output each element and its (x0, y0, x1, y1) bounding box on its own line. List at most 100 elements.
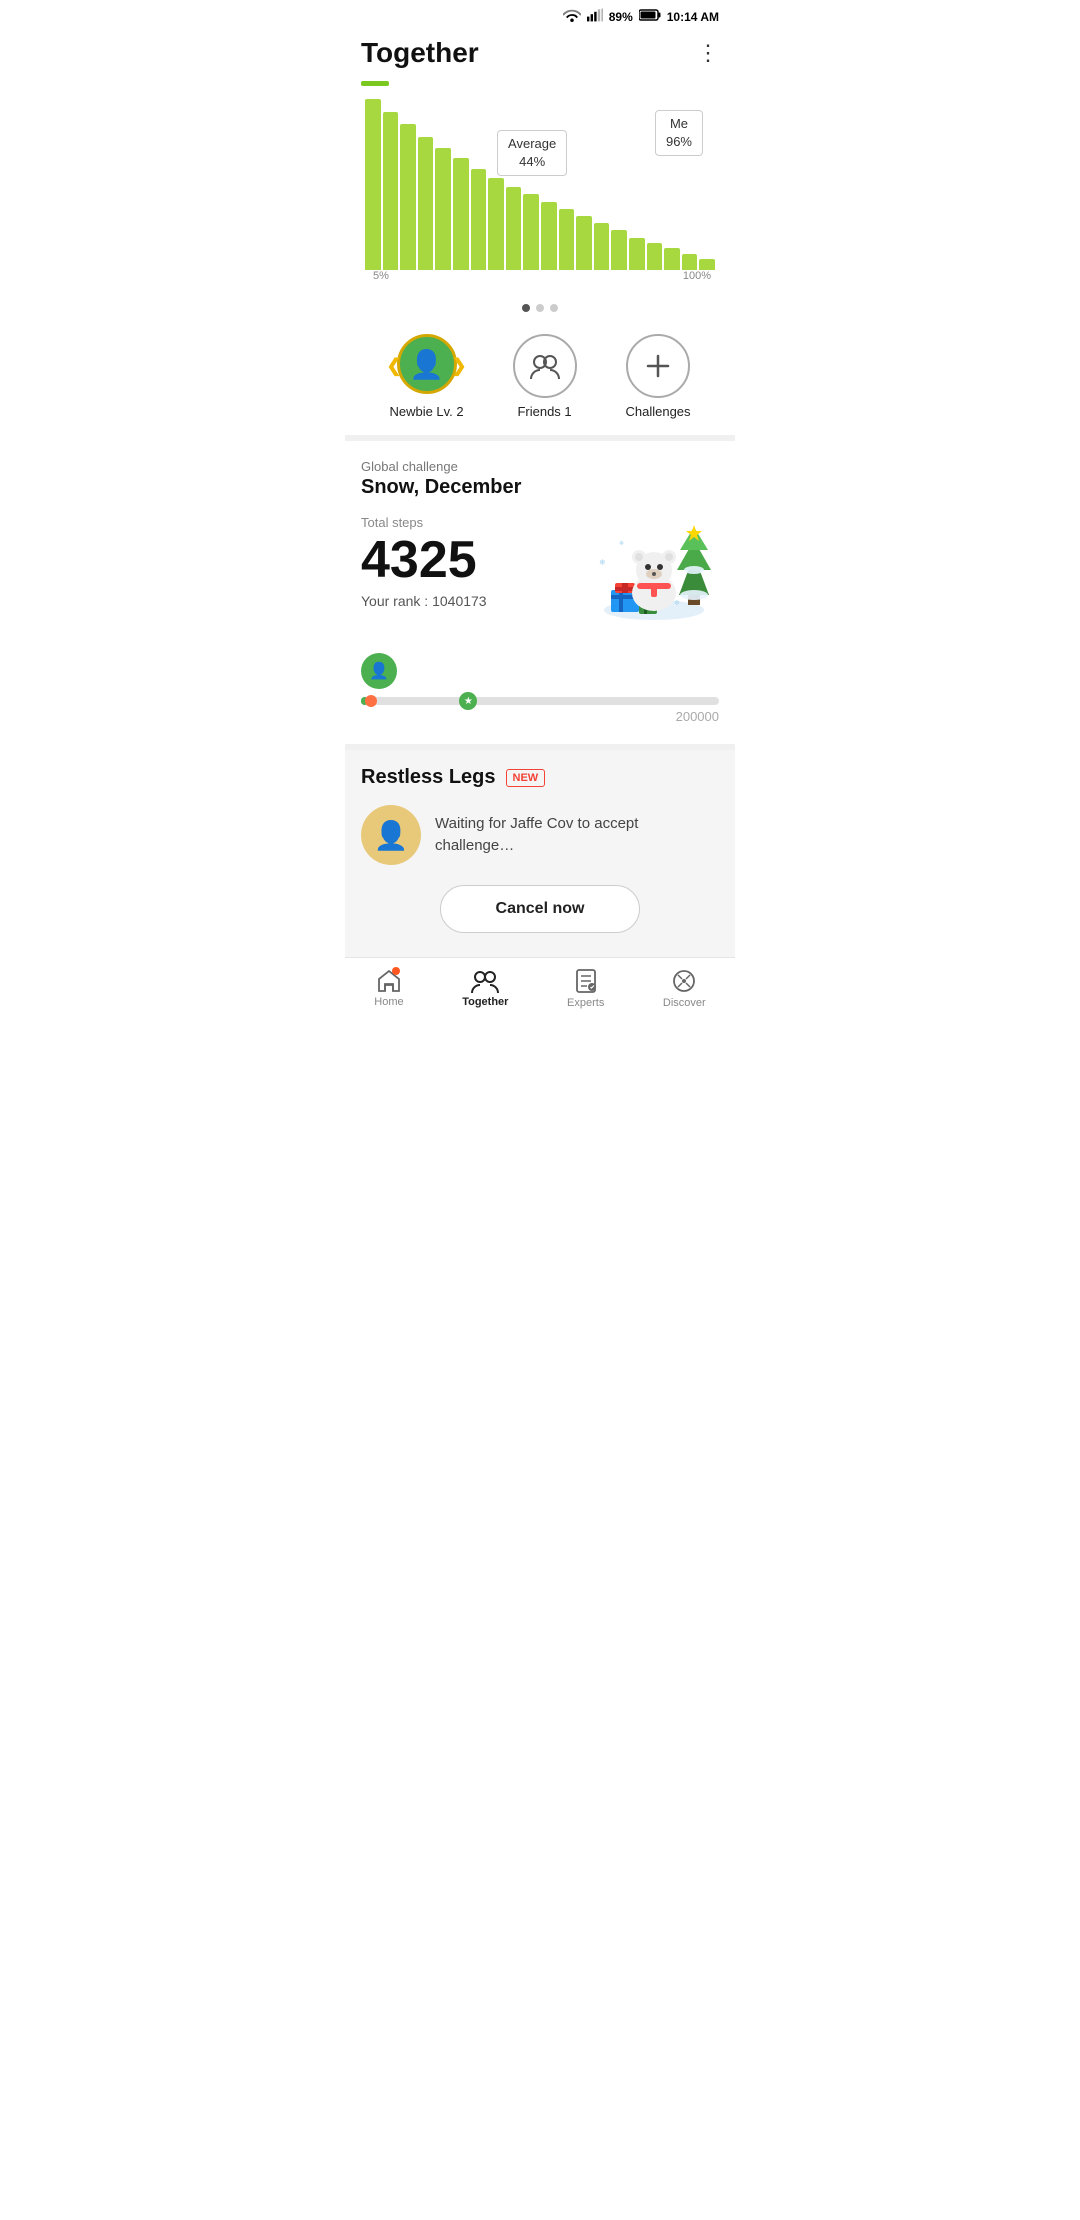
progress-section: 👤 ★ 200000 (345, 641, 735, 750)
bear-illustration: ❄ ❄ ❄ (589, 515, 719, 625)
experts-icon (573, 968, 599, 994)
page-title: Together (361, 37, 479, 69)
chevron-left-icon: ❮ (387, 356, 402, 377)
new-badge: NEW (506, 769, 546, 787)
svg-text:❄: ❄ (619, 540, 624, 547)
bar-chart: Average 44% Me 96% 5% 100% (361, 90, 719, 290)
friends-icon-circle (513, 334, 577, 398)
average-value: 44% (508, 153, 556, 171)
nav-experts-label: Experts (567, 997, 604, 1009)
bar-19 (682, 254, 698, 270)
bar-14 (594, 223, 610, 270)
wifi-icon (563, 8, 581, 25)
time-display: 10:14 AM (667, 10, 719, 24)
progress-start-dot (365, 695, 377, 707)
user-avatar-icon: 👤 (409, 348, 444, 381)
average-label: Average (508, 135, 556, 153)
svg-text:❄: ❄ (674, 599, 680, 607)
bar-6 (453, 158, 469, 270)
challenge-title: Snow, December (361, 476, 719, 499)
status-bar: 89% 10:14 AM (345, 0, 735, 29)
nav-item-experts[interactable]: Experts (567, 968, 604, 1009)
bar-16 (629, 238, 645, 270)
user-profile-item[interactable]: ❮ 👤 ❯ Newbie Lv. 2 (389, 334, 463, 419)
bar-2 (383, 112, 399, 270)
invite-avatar-icon: 👤 (374, 819, 409, 852)
bar-9 (506, 187, 522, 270)
pagination-dots (345, 298, 735, 326)
challenges-item[interactable]: Challenges (625, 334, 690, 419)
user-avatar: 👤 (397, 334, 457, 394)
bar-10 (523, 194, 539, 270)
profile-section: ❮ 👤 ❯ Newbie Lv. 2 Friends 1 Cha (345, 326, 735, 441)
challenge-invite: 👤 Waiting for Jaffe Cov to accept challe… (361, 805, 719, 865)
friends-label: Friends 1 (517, 404, 571, 419)
bar-12 (559, 209, 575, 270)
challenge-stats: Total steps 4325 Your rank : 1040173 (361, 515, 589, 609)
chart-right-label: 100% (683, 270, 711, 282)
me-label: Me (666, 115, 692, 133)
nav-item-together[interactable]: Together (462, 969, 508, 1008)
average-tooltip: Average 44% (497, 130, 567, 176)
progress-avatar: 👤 (361, 653, 397, 689)
friends-item[interactable]: Friends 1 (513, 334, 577, 419)
battery-icon (639, 9, 661, 24)
challenge-body: Total steps 4325 Your rank : 1040173 (361, 515, 719, 625)
bar-13 (576, 216, 592, 270)
invite-text: Waiting for Jaffe Cov to accept challeng… (435, 813, 719, 858)
nav-item-home[interactable]: Home (374, 969, 403, 1008)
bar-4 (418, 137, 434, 270)
bar-18 (664, 248, 680, 270)
nav-together-label: Together (462, 996, 508, 1008)
challenge-section: Global challenge Snow, December Total st… (345, 441, 735, 641)
challenge-subtitle: Global challenge (361, 459, 719, 474)
bar-8 (488, 178, 504, 270)
home-notification-dot (392, 967, 400, 975)
battery-percentage: 89% (609, 10, 633, 24)
friends-icon (529, 353, 561, 379)
me-value: 96% (666, 133, 692, 151)
more-options-icon[interactable]: ⋮ (697, 40, 719, 66)
chevron-right-icon: ❯ (451, 356, 466, 377)
bar-20 (699, 259, 715, 270)
bar-1 (365, 99, 381, 270)
nav-item-discover[interactable]: Discover (663, 968, 706, 1009)
steps-value: 4325 (361, 532, 589, 589)
together-icon (470, 969, 500, 993)
chart-indicator (361, 81, 389, 86)
bar-5 (435, 148, 451, 270)
steps-label: Total steps (361, 515, 589, 530)
progress-bar-container: ★ (361, 697, 719, 705)
bar-15 (611, 230, 627, 270)
avatar-container: ❮ 👤 ❯ (395, 334, 459, 398)
invite-avatar: 👤 (361, 805, 421, 865)
discover-icon (671, 968, 697, 994)
dot-2[interactable] (536, 304, 544, 312)
me-tooltip: Me 96% (655, 110, 703, 156)
restless-header: Restless Legs NEW (361, 766, 719, 789)
signal-icon (587, 8, 603, 25)
bottom-nav: Home Together Experts (345, 957, 735, 1023)
cancel-now-button[interactable]: Cancel now (440, 885, 640, 933)
bar-7 (471, 169, 487, 270)
svg-text:❄: ❄ (599, 558, 606, 567)
plus-icon (644, 352, 672, 380)
bar-11 (541, 202, 557, 270)
progress-avatar-icon: 👤 (369, 661, 389, 681)
challenges-icon-circle (626, 334, 690, 398)
user-level-label: Newbie Lv. 2 (389, 404, 463, 419)
dot-1[interactable] (522, 304, 530, 312)
progress-milestone-star: ★ (459, 692, 477, 710)
dot-3[interactable] (550, 304, 558, 312)
chart-left-label: 5% (373, 270, 389, 282)
restless-section: Restless Legs NEW 👤 Waiting for Jaffe Co… (345, 750, 735, 957)
app-header: Together ⋮ (345, 29, 735, 81)
nav-discover-label: Discover (663, 997, 706, 1009)
bar-17 (647, 243, 663, 270)
progress-end-value: 200000 (361, 709, 719, 724)
chart-section: Average 44% Me 96% 5% 100% (345, 81, 735, 298)
restless-title: Restless Legs (361, 766, 496, 789)
rank-text: Your rank : 1040173 (361, 593, 589, 609)
nav-home-label: Home (374, 996, 403, 1008)
bar-3 (400, 124, 416, 270)
